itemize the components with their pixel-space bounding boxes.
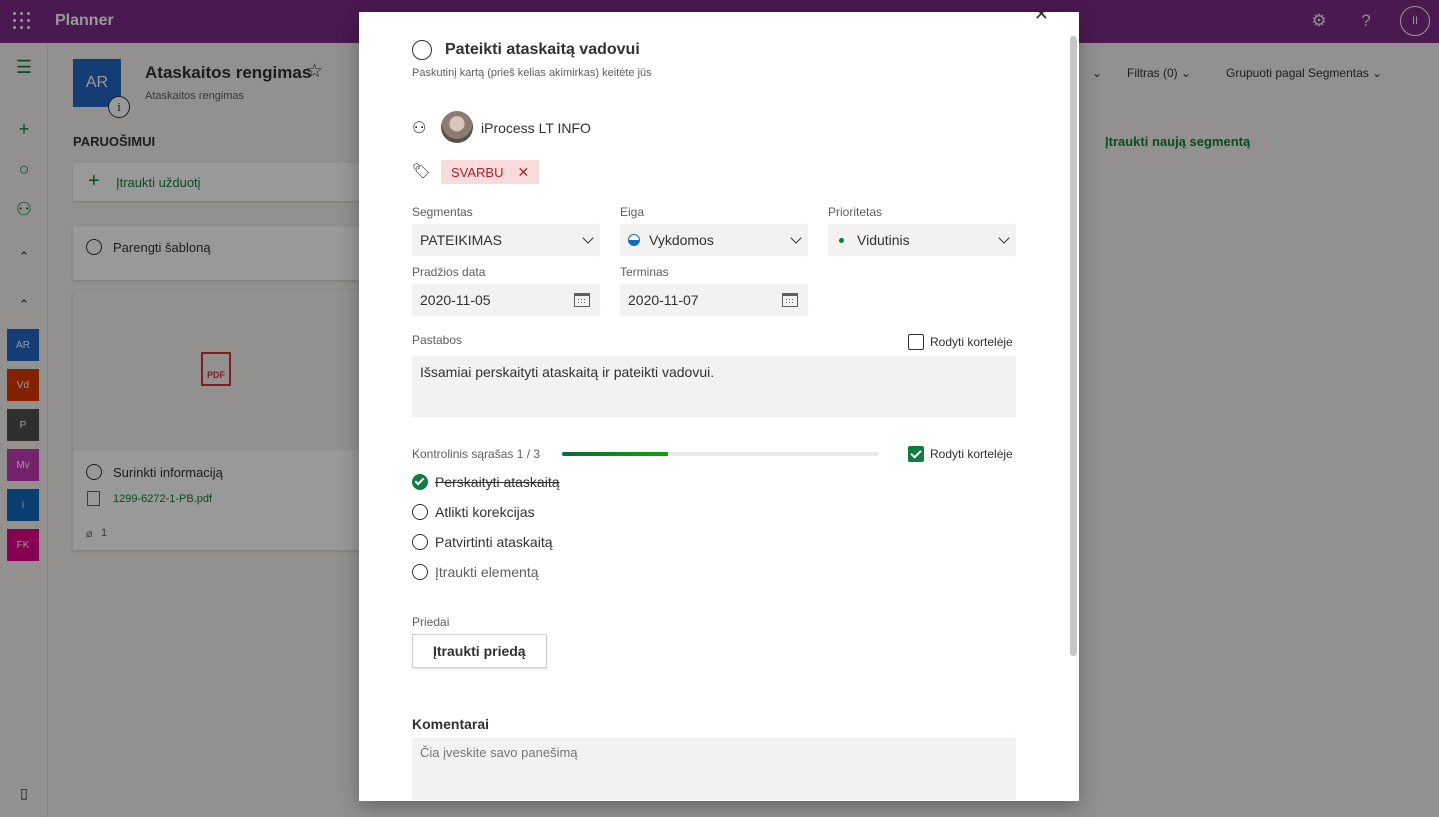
task-details-dialog: ✕ Pateikti ataskaitą vadovui Paskutinį k… [359,12,1079,801]
comment-input[interactable] [412,738,1016,800]
notes-show-on-card[interactable]: Rodyti kortelėje [908,333,1013,350]
bucket-select[interactable]: PATEIKIMAS [412,224,600,256]
medium-priority-dot-icon [839,237,844,243]
start-date-field[interactable]: 2020-11-05 [412,284,600,316]
checklist-item[interactable]: Atlikti korekcijas [412,504,535,520]
unchecked-circle-icon[interactable] [412,534,428,550]
unchecked-circle-icon[interactable] [412,504,428,520]
assign-person-icon[interactable]: ⚇ [412,118,426,138]
checklist-item-text[interactable]: Patvirtinti ataskaitą [435,534,553,550]
progress-select-value: Vykdomos [649,232,714,248]
remove-label-icon[interactable]: ✕ [518,164,530,181]
notes-label: Pastabos [412,333,463,347]
complete-task-circle-icon[interactable] [412,40,432,60]
modified-text: Paskutinį kartą (prieš kelias akimirkas)… [412,67,652,79]
priority-field-label: Prioritetas [828,205,883,219]
bucket-field-label: Segmentas [412,205,473,219]
assignee-avatar[interactable] [441,111,473,143]
task-title[interactable]: Pateikti ataskaitą vadovui [445,41,640,59]
progress-field-label: Eiga [620,205,645,219]
checklist-show-label: Rodyti kortelėje [930,446,1013,461]
checklist-item[interactable]: Patvirtinti ataskaitą [412,534,553,550]
priority-select[interactable]: Vidutinis [828,224,1016,256]
checked-circle-icon[interactable] [412,474,428,490]
label-tag-text: SVARBU [451,164,504,180]
progress-select[interactable]: Vykdomos [620,224,808,256]
add-checklist-item-text[interactable]: Įtraukti elementą [435,564,539,580]
label-tag[interactable]: SVARBU ✕ [441,160,540,184]
close-icon[interactable]: ✕ [1034,12,1049,25]
add-checklist-item[interactable]: Įtraukti elementą [412,564,539,580]
checklist-label: Kontrolinis sąrašas 1 / 3 [412,447,541,461]
dialog-scrollbar[interactable] [1070,36,1077,656]
notes-show-label: Rodyti kortelėje [930,334,1013,349]
unchecked-circle-icon [412,564,428,580]
chevron-down-icon [582,232,594,244]
calendar-icon[interactable] [574,293,590,307]
priority-select-value: Vidutinis [857,232,910,248]
due-date-value: 2020-11-07 [628,292,699,308]
assignee-name: iProcess LT INFO [481,120,591,136]
due-date-field[interactable]: 2020-11-07 [620,284,808,316]
comments-label: Komentarai [412,716,490,732]
checklist-progress-fill [562,452,668,456]
start-date-value: 2020-11-05 [420,292,491,308]
checklist-show-checkbox[interactable] [908,445,924,462]
start-date-label: Pradžios data [412,265,486,279]
calendar-icon[interactable] [782,293,798,307]
checklist-item[interactable]: Perskaityti ataskaitą [412,474,560,490]
add-attachment-button[interactable]: Įtraukti priedą [412,634,547,668]
checklist-item-text[interactable]: Atlikti korekcijas [435,504,535,520]
chevron-down-icon [790,232,802,244]
chevron-down-icon [998,232,1010,244]
checklist-item-text[interactable]: Perskaityti ataskaitą [435,474,560,490]
bucket-select-value: PATEIKIMAS [420,232,502,248]
attachments-label: Priedai [412,615,450,629]
checklist-show-on-card[interactable]: Rodyti kortelėje [908,445,1013,462]
in-progress-icon [628,234,640,246]
due-date-label: Terminas [620,265,669,279]
notes-show-checkbox[interactable] [908,333,924,350]
tag-icon[interactable]: 🏷︎ [412,162,431,180]
checklist-progress-bar [562,452,879,456]
notes-textarea[interactable]: Išsamiai perskaityti ataskaitą ir pateik… [412,356,1016,417]
